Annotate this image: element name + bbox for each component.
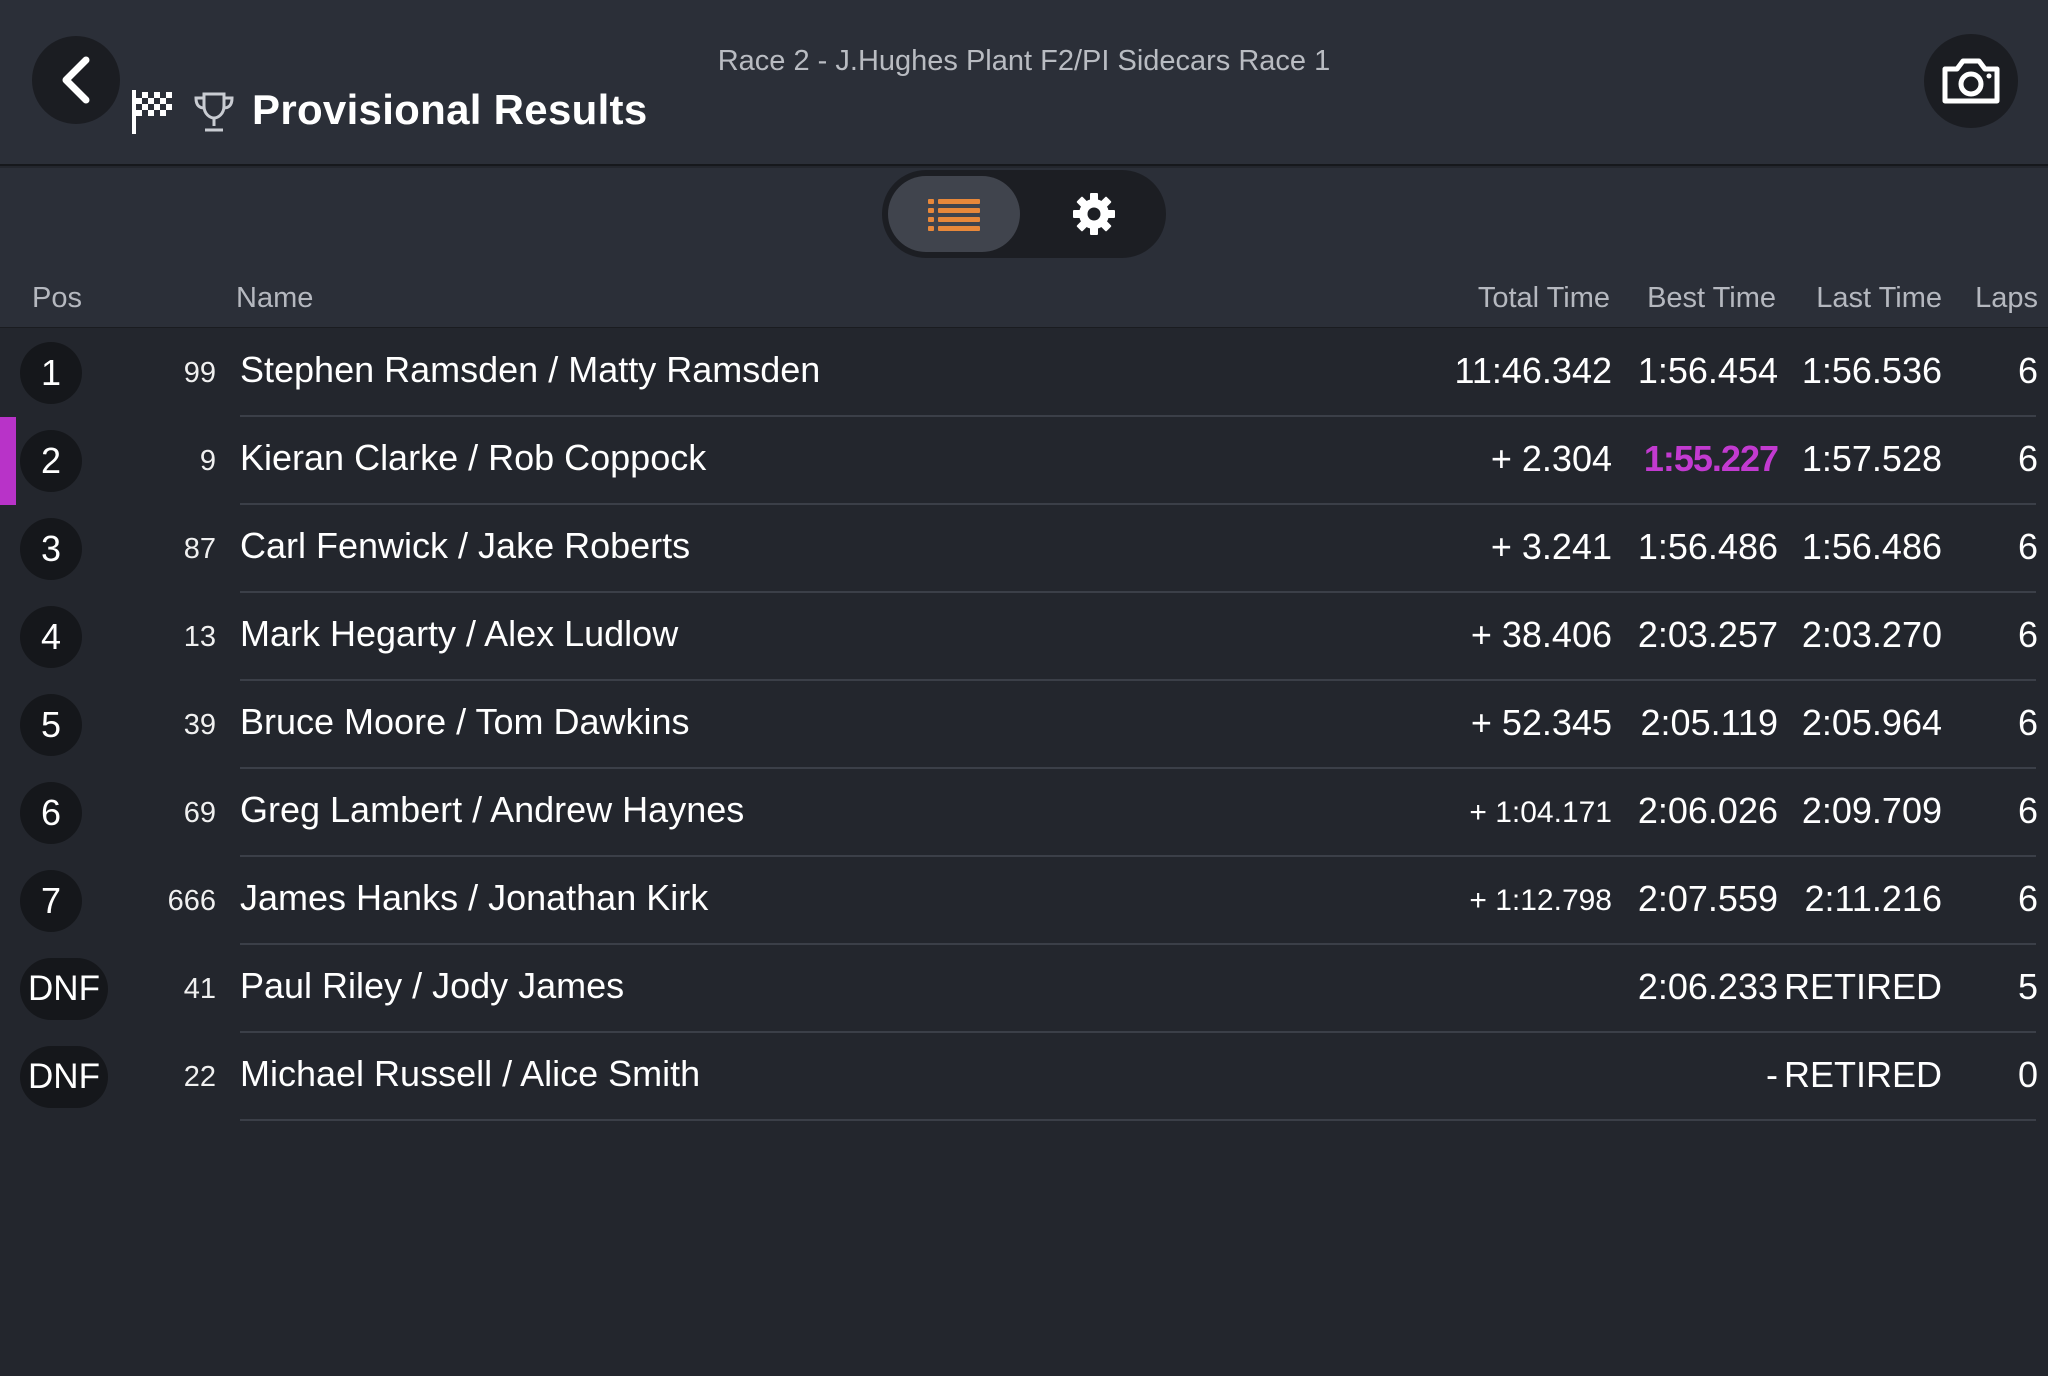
competitor-name: Paul Riley / Jody James bbox=[240, 965, 625, 1006]
table-row[interactable]: 5 39 Bruce Moore / Tom Dawkins + 52.345 … bbox=[0, 681, 2048, 769]
laps-count: 6 bbox=[2017, 878, 2038, 919]
table-row[interactable]: 3 87 Carl Fenwick / Jake Roberts + 3.241… bbox=[0, 505, 2048, 593]
last-time: 1:56.486 bbox=[1801, 526, 1942, 567]
header-laps[interactable]: Laps bbox=[1975, 282, 2038, 315]
competitor-name: Stephen Ramsden / Matty Ramsden bbox=[240, 349, 821, 390]
camera-button[interactable] bbox=[1924, 34, 2018, 128]
position-badge: 4 bbox=[20, 606, 82, 668]
competitor-name: Mark Hegarty / Alex Ludlow bbox=[240, 613, 679, 654]
race-subtitle: Race 2 - J.Hughes Plant F2/PI Sidecars R… bbox=[717, 45, 1331, 77]
gear-icon bbox=[1073, 193, 1115, 235]
last-time: 2:05.964 bbox=[1801, 702, 1942, 743]
total-time: + 38.406 bbox=[1470, 614, 1612, 655]
position-badge: DNF bbox=[20, 1046, 108, 1108]
last-time-status: RETIRED bbox=[1783, 1054, 1942, 1095]
last-time: 2:11.216 bbox=[1804, 878, 1942, 919]
camera-icon bbox=[1942, 58, 2000, 104]
laps-count: 0 bbox=[2017, 1054, 2038, 1095]
competitor-name: Michael Russell / Alice Smith bbox=[240, 1053, 701, 1094]
competitor-name: Greg Lambert / Andrew Haynes bbox=[240, 789, 745, 830]
race-number: 666 bbox=[167, 885, 216, 917]
table-row[interactable]: DNF 41 Paul Riley / Jody James 2:06.233 … bbox=[0, 945, 2048, 1033]
position-badge: 5 bbox=[20, 694, 82, 756]
total-time: + 1:12.798 bbox=[1469, 884, 1612, 917]
race-number: 22 bbox=[183, 1061, 216, 1093]
position-badge: 2 bbox=[20, 430, 82, 492]
checkered-flag-icon bbox=[132, 90, 172, 134]
header-bar: Race 2 - J.Hughes Plant F2/PI Sidecars R… bbox=[0, 0, 2048, 166]
best-time: 1:56.454 bbox=[1637, 350, 1778, 391]
last-time-status: RETIRED bbox=[1783, 966, 1942, 1007]
position-badge: 1 bbox=[20, 342, 82, 404]
laps-count: 6 bbox=[2017, 526, 2038, 567]
total-time: + 1:04.171 bbox=[1469, 796, 1612, 829]
laps-count: 6 bbox=[2017, 438, 2038, 479]
best-time: 2:05.119 bbox=[1640, 702, 1778, 743]
header-pos[interactable]: Pos bbox=[32, 282, 82, 315]
laps-count: 6 bbox=[2017, 350, 2038, 391]
view-toolbar bbox=[0, 168, 2048, 268]
total-time: + 2.304 bbox=[1490, 438, 1612, 479]
last-time: 1:56.536 bbox=[1801, 350, 1942, 391]
competitor-name: Carl Fenwick / Jake Roberts bbox=[240, 525, 691, 566]
list-icon bbox=[928, 199, 980, 231]
row-divider bbox=[240, 1119, 2036, 1121]
header-name[interactable]: Name bbox=[236, 282, 313, 315]
total-time: + 3.241 bbox=[1490, 526, 1612, 567]
table-row[interactable]: 4 13 Mark Hegarty / Alex Ludlow + 38.406… bbox=[0, 593, 2048, 681]
best-time: 2:06.026 bbox=[1637, 790, 1778, 831]
table-row[interactable]: 7 666 James Hanks / Jonathan Kirk + 1:12… bbox=[0, 857, 2048, 945]
laps-count: 5 bbox=[2017, 966, 2038, 1007]
laps-count: 6 bbox=[2017, 790, 2038, 831]
race-number: 41 bbox=[183, 973, 216, 1005]
laps-count: 6 bbox=[2017, 614, 2038, 655]
table-row[interactable]: DNF 22 Michael Russell / Alice Smith - R… bbox=[0, 1033, 2048, 1121]
results-column-headers: Pos Name Total Time Best Time Last Time … bbox=[0, 268, 2048, 328]
best-time-fastest: 1:55.227 bbox=[1643, 438, 1779, 479]
best-time: 2:03.257 bbox=[1637, 614, 1778, 655]
competitor-name: Kieran Clarke / Rob Coppock bbox=[240, 437, 707, 478]
race-number: 39 bbox=[183, 709, 216, 741]
position-badge: 6 bbox=[20, 782, 82, 844]
list-view-button[interactable] bbox=[888, 176, 1020, 252]
competitor-name: James Hanks / Jonathan Kirk bbox=[240, 877, 709, 918]
best-time: 1:56.486 bbox=[1637, 526, 1778, 567]
race-number: 87 bbox=[183, 533, 216, 565]
position-badge: 7 bbox=[20, 870, 82, 932]
table-row[interactable]: 6 69 Greg Lambert / Andrew Haynes + 1:04… bbox=[0, 769, 2048, 857]
table-row[interactable]: 2 9 Kieran Clarke / Rob Coppock + 2.304 … bbox=[0, 417, 2048, 505]
position-badge: 3 bbox=[20, 518, 82, 580]
position-badge: DNF bbox=[20, 958, 108, 1020]
race-number: 9 bbox=[199, 445, 216, 477]
best-time: - bbox=[1766, 1054, 1778, 1095]
total-time: + 52.345 bbox=[1470, 702, 1612, 743]
trophy-icon bbox=[194, 92, 234, 132]
header-best-time[interactable]: Best Time bbox=[1647, 282, 1776, 315]
header-total-time[interactable]: Total Time bbox=[1478, 282, 1610, 315]
last-time: 1:57.528 bbox=[1801, 438, 1942, 479]
settings-button[interactable] bbox=[1028, 176, 1160, 252]
page-title: Provisional Results bbox=[252, 86, 648, 133]
last-time: 2:03.270 bbox=[1801, 614, 1942, 655]
best-time: 2:07.559 bbox=[1637, 878, 1778, 919]
race-number: 69 bbox=[183, 797, 216, 829]
header-last-time[interactable]: Last Time bbox=[1816, 282, 1942, 315]
competitor-name: Bruce Moore / Tom Dawkins bbox=[240, 701, 690, 742]
view-segmented-control bbox=[882, 170, 1166, 258]
total-time: 11:46.342 bbox=[1454, 350, 1612, 391]
fastest-lap-marker bbox=[0, 417, 16, 505]
race-number: 99 bbox=[183, 357, 216, 389]
race-number: 13 bbox=[183, 621, 216, 653]
results-table: 1 99 Stephen Ramsden / Matty Ramsden 11:… bbox=[0, 329, 2048, 1121]
laps-count: 6 bbox=[2017, 702, 2038, 743]
table-row[interactable]: 1 99 Stephen Ramsden / Matty Ramsden 11:… bbox=[0, 329, 2048, 417]
best-time: 2:06.233 bbox=[1637, 966, 1778, 1007]
last-time: 2:09.709 bbox=[1801, 790, 1942, 831]
